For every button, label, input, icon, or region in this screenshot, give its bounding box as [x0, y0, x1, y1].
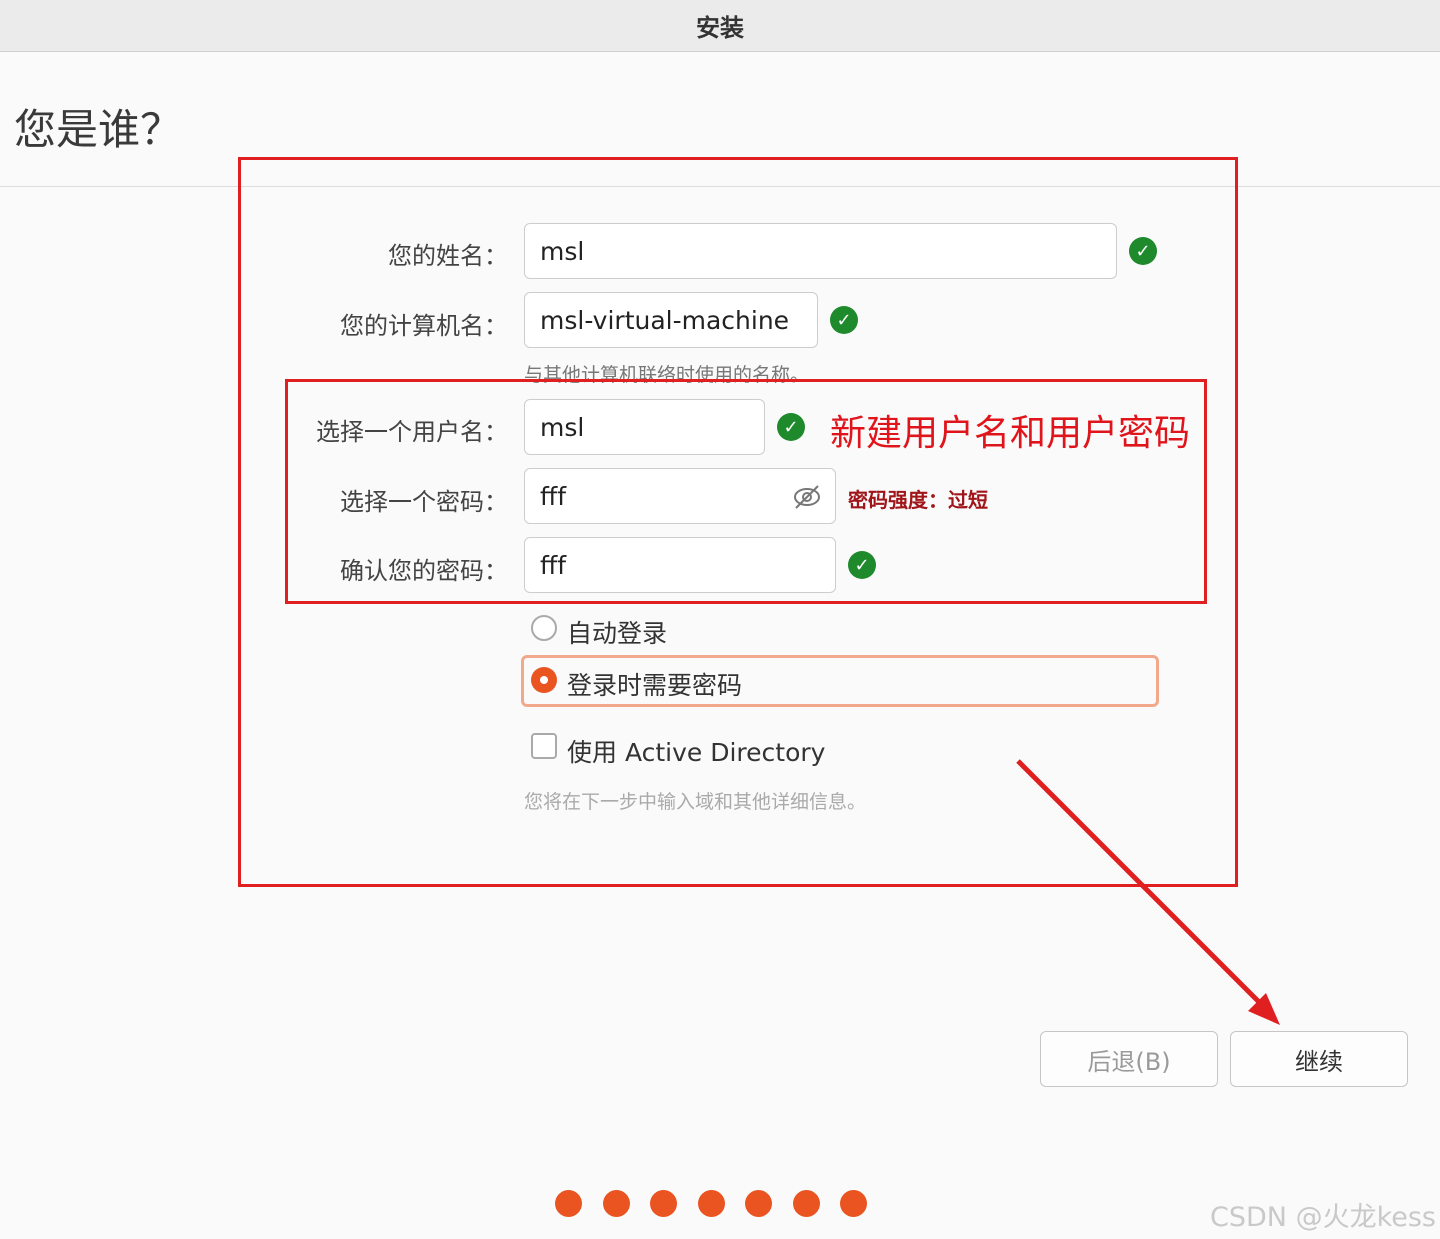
progress-dot — [792, 1190, 820, 1217]
progress-dot — [697, 1190, 725, 1217]
progress-dot — [555, 1190, 582, 1217]
page-title: 您是谁？ — [14, 105, 183, 154]
window-title: 安装 — [0, 0, 1440, 52]
progress-dot — [650, 1190, 677, 1217]
continue-button[interactable]: 继续 — [1230, 1031, 1408, 1087]
progress-dot — [602, 1190, 630, 1217]
progress-dots — [555, 1190, 888, 1217]
annotation-arrow-icon — [1016, 759, 1280, 1025]
watermark: CSDN @火龙kess — [1210, 1202, 1436, 1233]
progress-dot — [840, 1190, 867, 1217]
annotation-text: 新建用户名和用户密码 — [830, 413, 1191, 454]
progress-dot — [745, 1190, 772, 1217]
back-button[interactable]: 后退(B) — [1040, 1031, 1218, 1087]
